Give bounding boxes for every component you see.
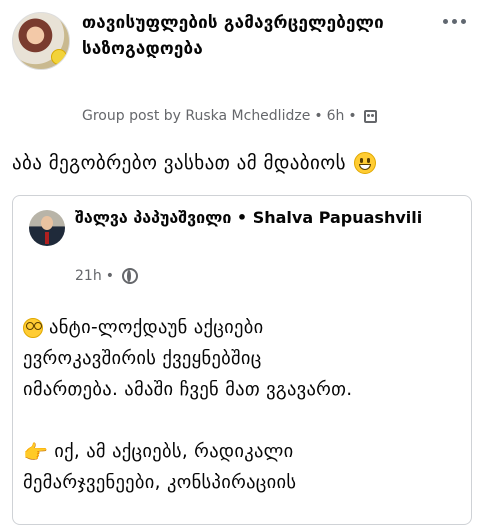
shared-post-body: ანტი-ლოქდაუნ აქციები ევროკავშირის ქვეყნე… xyxy=(23,312,463,498)
shared-post-card[interactable]: შალვა პაპუაშვილი • Shalva Papuashvili 21… xyxy=(12,195,472,525)
body-line-text: იმართება. ამაში ჩვენ მათ ვგავართ. xyxy=(23,379,353,400)
post-author-link[interactable]: Group post by Ruska Mchedlidze xyxy=(82,108,310,124)
body-line: ანტი-ლოქდაუნ აქციები xyxy=(23,312,463,343)
shared-author-avatar[interactable] xyxy=(29,210,65,246)
group-avatar[interactable] xyxy=(12,12,70,70)
more-options-icon[interactable] xyxy=(441,14,467,28)
group-audience-icon xyxy=(363,109,377,123)
body-line-text: ევროკავშირის ქვეყნებშიც xyxy=(23,348,262,369)
grinning-face-icon xyxy=(353,152,376,174)
body-line: ევროკავშირის ქვეყნებშიც xyxy=(23,343,463,374)
body-line-text: მემარჯვენეები, კონსპირაციის xyxy=(23,472,297,493)
body-line-text: ანტი-ლოქდაუნ აქციები xyxy=(49,317,264,338)
globe-icon xyxy=(121,268,138,284)
group-name-link[interactable]: თავისუფლების გამავრცელებელი საზოგადოება xyxy=(82,10,412,62)
body-line-text: იქ, ამ აქციებს, რადიკალი xyxy=(54,441,294,462)
separator-dot: • xyxy=(105,268,114,284)
shared-post-timestamp[interactable]: 21h xyxy=(75,268,102,284)
pointing-right-icon: 👉 xyxy=(23,439,49,464)
separator-dot: • xyxy=(314,108,323,124)
post-timestamp[interactable]: 6h xyxy=(327,108,345,124)
shared-post-meta: 21h • xyxy=(75,268,138,284)
body-line: მემარჯვენეები, კონსპირაციის xyxy=(23,467,463,498)
dizzy-face-icon xyxy=(23,317,43,338)
post-message: აბა მეგობრებო ვასხათ ამ მდაბიოს xyxy=(12,152,376,174)
body-line: იმართება. ამაში ჩვენ მათ ვგავართ. xyxy=(23,374,463,405)
post-header: თავისუფლების გამავრცელებელი საზოგადოება … xyxy=(0,0,479,140)
post-meta: Group post by Ruska Mchedlidze • 6h • xyxy=(82,108,377,124)
separator-dot-2: • xyxy=(348,108,357,124)
post-message-text: აბა მეგობრებო ვასხათ ამ მდაბიოს xyxy=(12,152,346,174)
avatar-flag-badge xyxy=(51,49,67,65)
body-line: 👉 იქ, ამ აქციებს, რადიკალი xyxy=(23,436,463,467)
shared-author-name[interactable]: შალვა პაპუაშვილი • Shalva Papuashvili xyxy=(75,206,455,230)
